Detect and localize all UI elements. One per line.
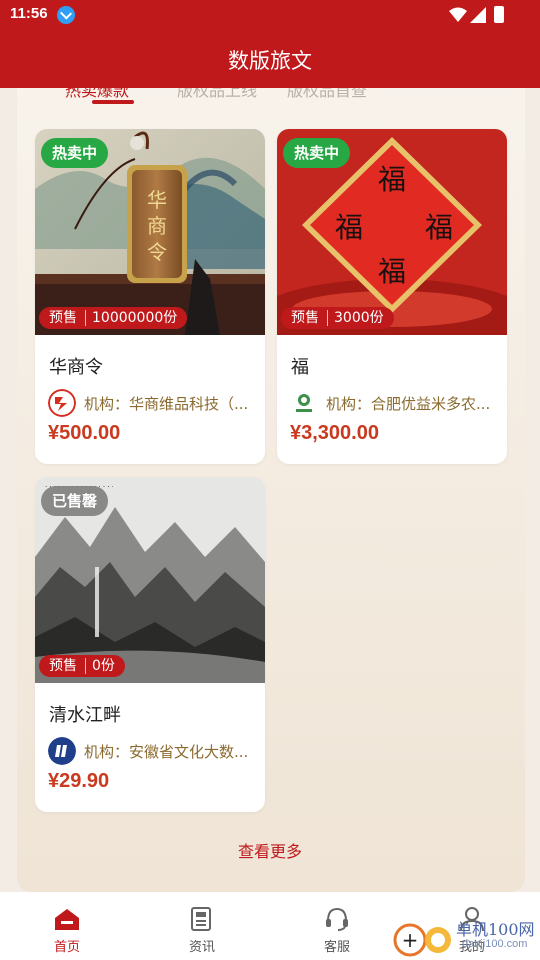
wifi-icon	[449, 7, 467, 22]
org-info[interactable]: 机构：合肥优益米多农...	[290, 389, 500, 417]
org-logo-icon	[290, 389, 318, 417]
svg-text:商: 商	[147, 214, 167, 238]
download-icon	[57, 6, 75, 24]
product-price: ¥29.90	[48, 770, 110, 792]
org-info[interactable]: 机构：安徽省文化大数...	[48, 737, 258, 765]
status-time: 11:56	[10, 5, 48, 22]
page-title: 数版旅文	[228, 49, 312, 73]
signal-icon	[470, 7, 486, 23]
svg-text:+: +	[402, 928, 419, 952]
watermark: + 单机100网 danji100.com	[392, 916, 540, 960]
svg-text:令: 令	[147, 240, 167, 264]
watermark-title: 单机100网	[456, 920, 535, 939]
product-card[interactable]: 福 福 福 福 热卖中 预售 3000份 福 机构：合肥优益米多农... ¥3,…	[277, 129, 507, 464]
news-icon	[191, 907, 211, 931]
app-header: 数版旅文	[0, 30, 540, 88]
org-logo-icon	[48, 389, 76, 417]
tab-active-indicator	[92, 100, 134, 104]
fu-character: 福	[378, 255, 406, 288]
nav-label: 首页	[53, 940, 80, 955]
watermark-url: danji100.com	[462, 938, 528, 950]
product-name: 清水江畔	[49, 705, 121, 726]
fu-character: 福	[335, 211, 363, 244]
fu-character: 福	[378, 163, 406, 196]
status-badge: 热卖中	[41, 138, 109, 168]
org-logo-icon	[48, 737, 76, 765]
status-bar: 11:56	[0, 0, 540, 30]
org-name: 机构：安徽省文化大数...	[84, 743, 249, 761]
presale-label: 预售	[291, 310, 319, 326]
presale-label: 预售	[49, 310, 77, 326]
presale-tag: 预售 10000000份	[39, 307, 188, 329]
nav-label: 客服	[323, 940, 350, 955]
nav-service[interactable]: 客服	[297, 892, 377, 960]
svg-text:华: 华	[147, 188, 167, 212]
product-name: 福	[291, 357, 309, 378]
product-price: ¥500.00	[48, 422, 121, 444]
org-info[interactable]: 机构：华商维品科技（...	[48, 389, 258, 417]
home-icon	[55, 909, 79, 930]
presale-label: 预售	[49, 658, 77, 674]
nav-label: 资讯	[188, 940, 215, 955]
fu-character: 福	[425, 211, 453, 244]
presale-tag: 预售 0份	[39, 655, 125, 677]
org-name: 机构：华商维品科技（...	[84, 395, 249, 413]
nav-news[interactable]: 资讯	[162, 892, 242, 960]
status-badge: 热卖中	[283, 138, 351, 168]
nav-home[interactable]: 首页	[27, 892, 107, 960]
view-more-link[interactable]: 查看更多	[0, 838, 540, 862]
stock-count: 10000000份	[92, 310, 178, 326]
product-card[interactable]: 华 商 令 热卖中 预售 10000000份 华商令 机构：华商维品科技（...…	[35, 129, 265, 464]
stock-count: 3000份	[334, 310, 384, 326]
watermark-logo-icon: +	[393, 923, 451, 957]
product-card[interactable]: · · · · · · · · · · · · · · · · · · · 已售…	[35, 477, 265, 812]
status-badge: 已售罄	[41, 486, 109, 516]
stock-count: 0份	[92, 658, 115, 674]
presale-tag: 预售 3000份	[281, 307, 394, 329]
product-price: ¥3,300.00	[290, 422, 379, 444]
org-name: 机构：合肥优益米多农...	[326, 395, 491, 413]
headset-icon	[326, 907, 348, 931]
product-name: 华商令	[49, 357, 103, 378]
battery-icon	[494, 6, 504, 23]
